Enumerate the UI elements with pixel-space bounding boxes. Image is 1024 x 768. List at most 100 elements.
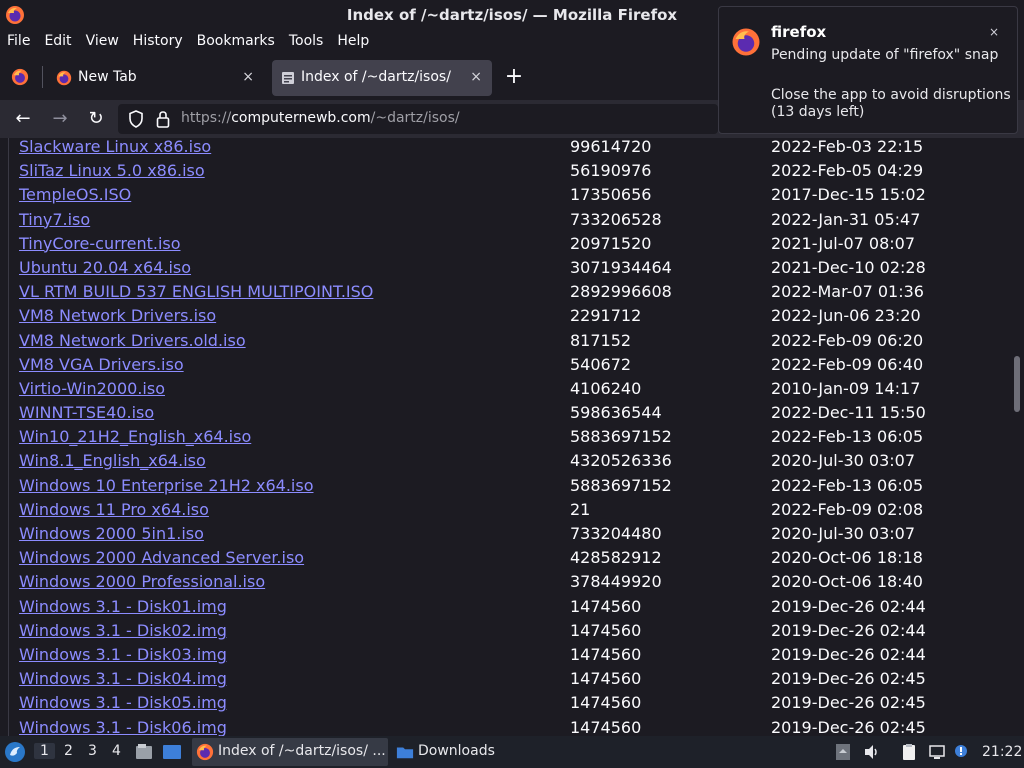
file-date: 2022-Feb-13 06:05 (771, 427, 924, 447)
menu-help[interactable]: Help (330, 30, 376, 54)
page-content: Slackware Linux x86.iso 99614720 2022-Feb-… (0, 138, 1024, 736)
file-link[interactable]: Windows 3.1 - Disk04.img (19, 669, 227, 688)
file-size: 21 (570, 499, 591, 519)
table-row: Windows 3.1 - Disk02.img 1474560 2019-Dec-… (9, 618, 1010, 642)
file-link[interactable]: VL RTM BUILD 537 ENGLISH MULTIPOINT.ISO (19, 282, 373, 301)
file-date: 2022-Feb-05 04:29 (771, 161, 924, 181)
url-host: computernewb.com (231, 110, 371, 126)
file-link[interactable]: Windows 3.1 - Disk06.img (19, 718, 227, 737)
table-row: Windows 10 Enterprise 21H2 x64.iso 588369… (9, 473, 1010, 497)
lock-icon[interactable] (155, 110, 171, 128)
file-link[interactable]: Slackware Linux x86.iso (19, 138, 211, 156)
desktop-icon[interactable] (162, 742, 182, 762)
file-link[interactable]: Windows 10 Enterprise 21H2 x64.iso (19, 476, 313, 495)
file-date: 2022-Feb-09 02:08 (771, 499, 924, 519)
file-link[interactable]: Win8.1_English_x64.iso (19, 451, 206, 470)
table-row: VM8 Network Drivers.old.iso 817152 2022-Fe… (9, 328, 1010, 352)
close-icon[interactable]: × (989, 25, 999, 39)
taskbar-downloads-window[interactable]: Downloads (392, 738, 502, 766)
file-link[interactable]: WINNT-TSE40.iso (19, 403, 154, 422)
file-size: 378449920 (570, 572, 662, 592)
menu-file[interactable]: File (0, 30, 37, 54)
file-link[interactable]: VM8 Network Drivers.old.iso (19, 331, 246, 350)
url-prefix: https:// (181, 110, 232, 126)
clock: 21:22 (982, 744, 1023, 760)
start-menu-icon[interactable] (4, 741, 26, 763)
file-link[interactable]: Windows 2000 Advanced Server.iso (19, 548, 304, 567)
table-row: Windows 2000 5in1.iso 733204480 2020-Jul-3… (9, 521, 1010, 545)
workspace-3[interactable]: 3 (88, 743, 97, 759)
menu-history[interactable]: History (126, 30, 190, 54)
url-text[interactable]: https://computernewb.com/~dartz/isos/ (181, 110, 460, 126)
close-icon[interactable]: × (242, 69, 254, 85)
table-row: Windows 3.1 - Disk03.img 1474560 2019-Dec-… (9, 642, 1010, 666)
file-date: 2022-Dec-11 15:50 (771, 403, 926, 423)
clipboard-icon[interactable] (900, 743, 918, 761)
reload-button[interactable]: ↻ (84, 108, 108, 132)
file-date: 2020-Oct-06 18:18 (771, 548, 923, 568)
file-link[interactable]: Windows 2000 5in1.iso (19, 524, 204, 543)
url-bar[interactable]: https://computernewb.com/~dartz/isos/ (118, 104, 718, 134)
menu-edit[interactable]: Edit (37, 30, 78, 54)
notification-title: firefox (771, 23, 827, 41)
table-row: Virtio-Win2000.iso 4106240 2010-Jan-09 14:… (9, 376, 1010, 400)
url-path: /~dartz/isos/ (370, 110, 460, 126)
file-size: 3071934464 (570, 257, 672, 277)
back-button[interactable]: ← (11, 108, 35, 132)
file-link[interactable]: Windows 3.1 - Disk02.img (19, 621, 227, 640)
file-link[interactable]: Windows 2000 Professional.iso (19, 572, 265, 591)
file-listing: Slackware Linux x86.iso 99614720 2022-Feb-… (8, 138, 1010, 736)
tab-new-tab[interactable]: New Tab × (28, 60, 264, 96)
notification-message: Pending update of "firefox" snap (771, 47, 999, 63)
file-link[interactable]: Virtio-Win2000.iso (19, 379, 165, 398)
file-link[interactable]: Windows 11 Pro x64.iso (19, 500, 209, 519)
tray-arrow-icon[interactable] (834, 743, 852, 761)
file-manager-icon[interactable] (134, 742, 154, 762)
network-icon[interactable] (928, 743, 946, 761)
workspace-2[interactable]: 2 (64, 743, 73, 759)
file-link[interactable]: VM8 Network Drivers.iso (19, 306, 216, 325)
file-link[interactable]: Ubuntu 20.04 x64.iso (19, 258, 191, 277)
file-date: 2022-Mar-07 01:36 (771, 282, 924, 302)
forward-button[interactable]: → (48, 108, 72, 132)
file-link[interactable]: SliTaz Linux 5.0 x86.iso (19, 161, 205, 180)
tab-index-isos[interactable]: Index of /~dartz/isos/ × (272, 60, 492, 96)
notification-popup[interactable]: firefox Pending update of "firefox" snap… (718, 6, 1018, 134)
file-date: 2019-Dec-26 02:44 (771, 620, 926, 640)
file-link[interactable]: Tiny7.iso (19, 210, 90, 229)
workspace-4[interactable]: 4 (112, 743, 121, 759)
table-row: TempleOS.ISO 17350656 2017-Dec-15 15:02 (9, 182, 1010, 206)
table-row: Windows 2000 Professional.iso 378449920 20… (9, 569, 1010, 593)
file-date: 2021-Jul-07 08:07 (771, 233, 916, 253)
file-link[interactable]: Windows 3.1 - Disk01.img (19, 597, 227, 616)
file-date: 2020-Jul-30 03:07 (771, 524, 916, 543)
file-date: 2019-Dec-26 02:45 (771, 669, 926, 689)
taskbar-firefox-window[interactable]: Index of /~dartz/isos/ ... (192, 738, 388, 766)
table-row: Win8.1_English_x64.iso 4320526336 2020-Jul… (9, 448, 1010, 472)
close-icon[interactable]: × (470, 69, 482, 85)
table-row: Ubuntu 20.04 x64.iso 3071934464 2021-Dec-1… (9, 255, 1010, 279)
menu-tools[interactable]: Tools (282, 30, 331, 54)
file-size: 1474560 (570, 620, 642, 640)
menu-view[interactable]: View (79, 30, 126, 54)
scrollbar-thumb[interactable] (1014, 356, 1020, 412)
workspace-1[interactable]: 1 (34, 743, 55, 759)
notification-tray-icon[interactable] (953, 743, 971, 761)
file-link[interactable]: Win10_21H2_English_x64.iso (19, 427, 251, 446)
new-tab-button[interactable]: + (502, 66, 526, 92)
file-link[interactable]: TempleOS.ISO (19, 185, 131, 204)
file-date: 2022-Feb-03 22:15 (771, 138, 924, 156)
table-row: VM8 Network Drivers.iso 2291712 2022-Jun-0… (9, 303, 1010, 327)
shield-icon[interactable] (128, 110, 144, 128)
file-date: 2010-Jan-09 14:17 (771, 378, 921, 398)
file-link[interactable]: Windows 3.1 - Disk05.img (19, 693, 227, 712)
file-link[interactable]: VM8 VGA Drivers.iso (19, 355, 184, 374)
file-link[interactable]: TinyCore-current.iso (19, 234, 181, 253)
file-size: 20971520 (570, 233, 652, 253)
file-link[interactable]: Windows 3.1 - Disk03.img (19, 645, 227, 664)
menu-bookmarks[interactable]: Bookmarks (190, 30, 282, 54)
table-row: WINNT-TSE40.iso 598636544 2022-Dec-11 15:5… (9, 400, 1010, 424)
volume-icon[interactable] (863, 743, 881, 761)
file-size: 817152 (570, 330, 632, 350)
table-row: Windows 3.1 - Disk04.img 1474560 2019-Dec-… (9, 666, 1010, 690)
